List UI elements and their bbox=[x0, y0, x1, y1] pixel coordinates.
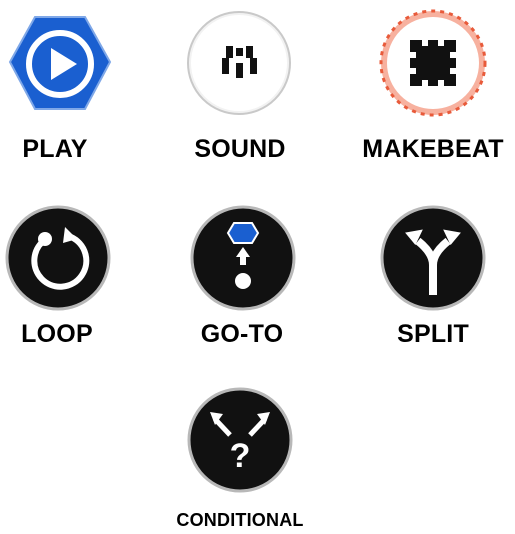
makebeat-tile[interactable] bbox=[378, 8, 488, 118]
split-icon bbox=[380, 205, 486, 311]
goto-icon bbox=[190, 205, 296, 311]
sound-tile[interactable] bbox=[184, 8, 294, 118]
goto-tile[interactable] bbox=[188, 203, 298, 313]
makebeat-icon bbox=[379, 9, 487, 117]
play-tile[interactable] bbox=[5, 12, 115, 122]
play-icon bbox=[8, 16, 112, 110]
sound-label: SOUND bbox=[194, 135, 286, 163]
loop-tile[interactable] bbox=[3, 203, 113, 313]
split-tile[interactable] bbox=[378, 203, 488, 313]
makebeat-label: MAKEBEAT bbox=[362, 135, 504, 163]
loop-icon bbox=[5, 205, 111, 311]
sound-icon bbox=[187, 11, 291, 115]
loop-label: LOOP bbox=[21, 320, 93, 348]
conditional-tile[interactable]: ? bbox=[185, 385, 295, 495]
split-label: SPLIT bbox=[397, 320, 469, 348]
conditional-label: CONDITIONAL bbox=[176, 510, 304, 530]
goto-label: GO-TO bbox=[200, 320, 284, 348]
conditional-icon: ? bbox=[187, 387, 293, 493]
play-label: PLAY bbox=[22, 135, 88, 163]
svg-text:?: ? bbox=[230, 437, 251, 475]
